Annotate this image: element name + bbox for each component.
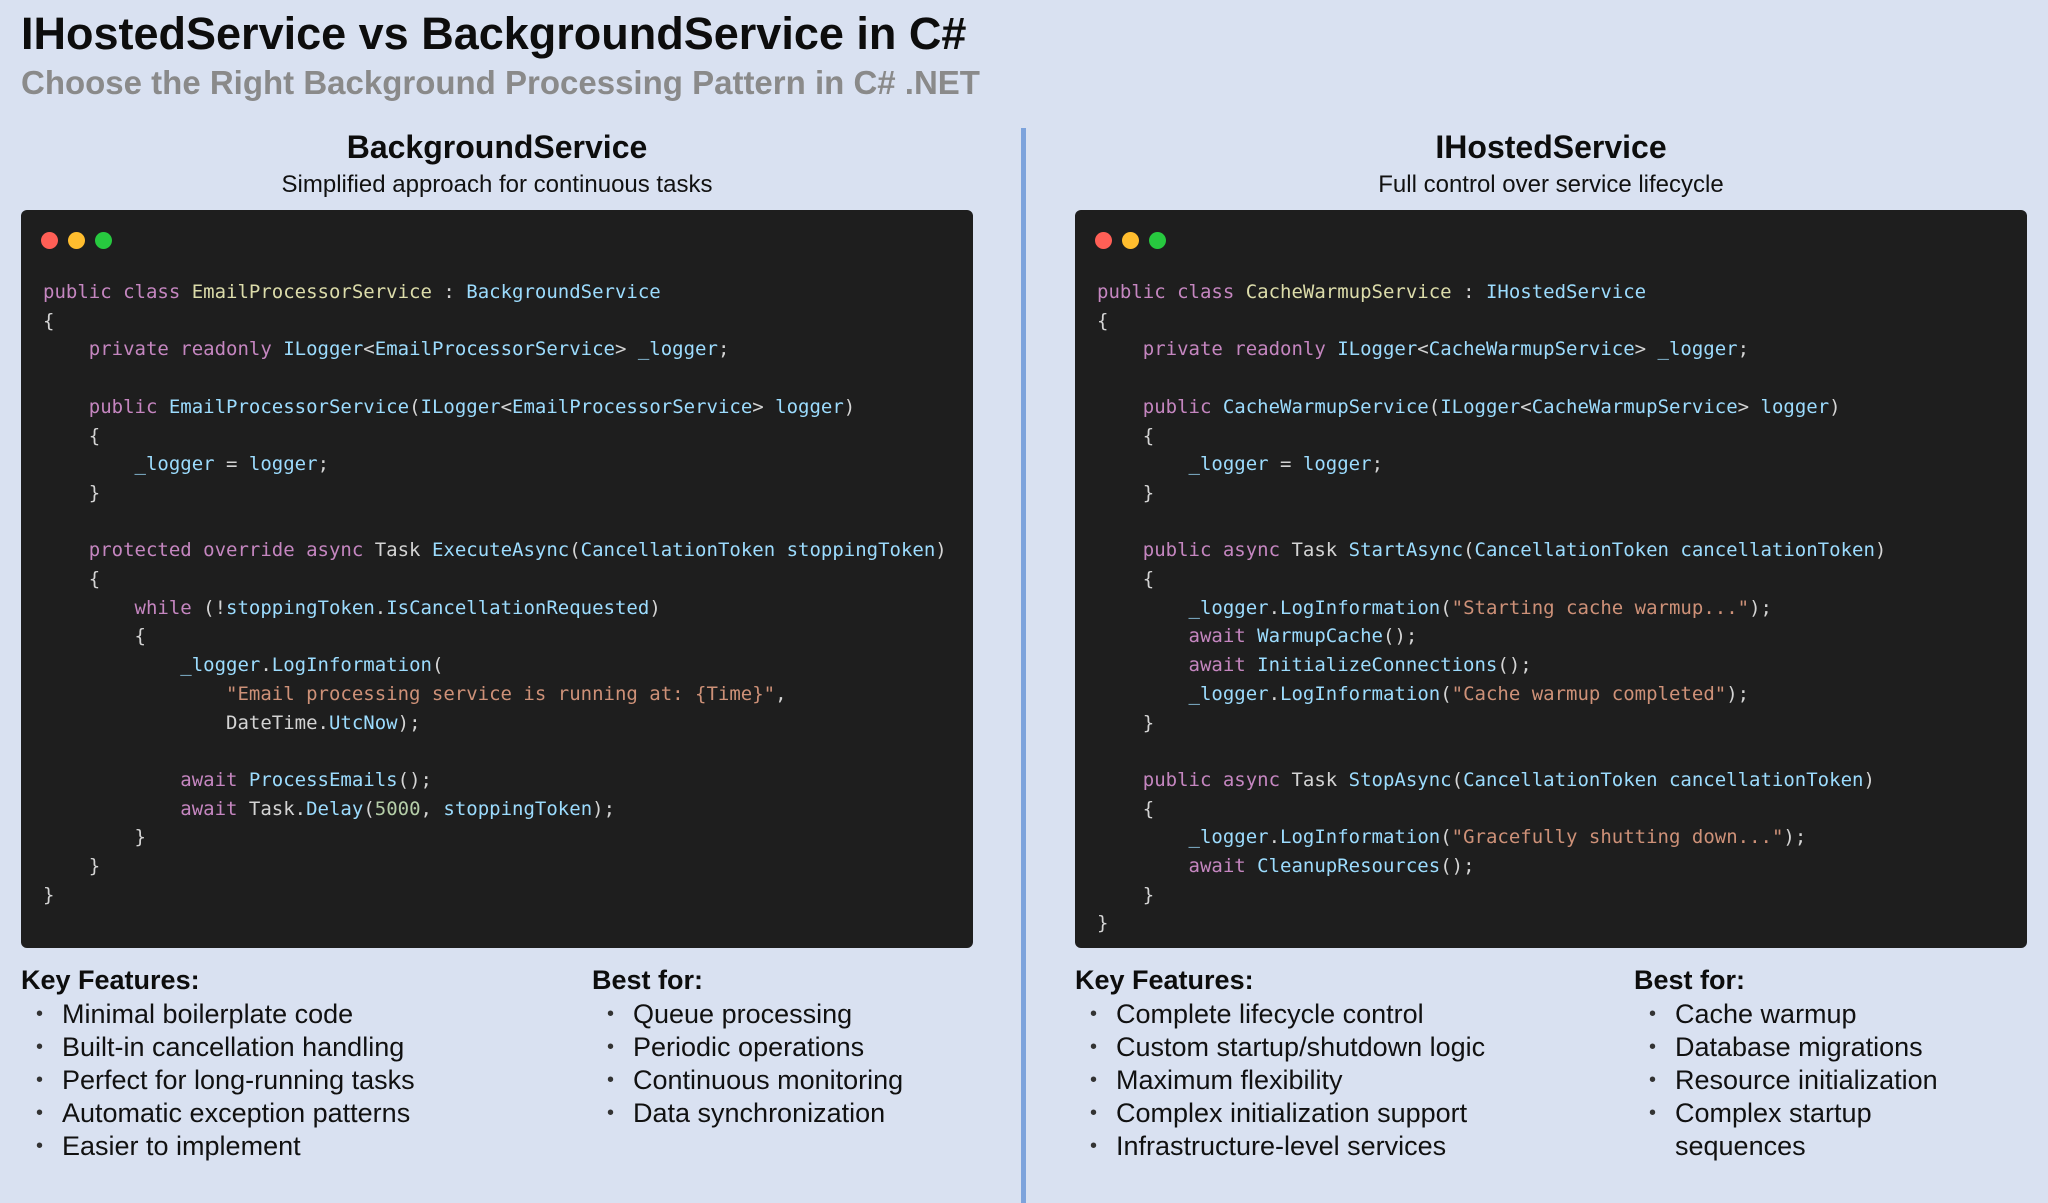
column-divider	[1021, 128, 1026, 1203]
left-description: Simplified approach for continuous tasks	[281, 171, 713, 198]
code-line: _logger.LogInformation("Starting cache w…	[1097, 596, 1772, 619]
code-line: {	[43, 568, 101, 591]
code-line: {	[1097, 797, 1155, 820]
code-line: public class EmailProcessorService : Bac…	[43, 281, 661, 303]
close-dot-icon	[41, 232, 58, 249]
list-item: Complex startup sequences	[1634, 1097, 1935, 1163]
left-best-for: Best for: Queue processing Periodic oper…	[592, 962, 903, 1130]
code-line: DateTime.UtcNow);	[43, 711, 421, 734]
list-item: Continuous monitoring	[592, 1064, 903, 1097]
list-item: Periodic operations	[592, 1031, 903, 1064]
code-line: }	[43, 883, 55, 906]
code-line: _logger = logger;	[43, 453, 330, 476]
list-item: Infrastructure-level services	[1075, 1130, 1485, 1163]
code-line: public CacheWarmupService(ILogger<CacheW…	[1097, 395, 1841, 418]
minimize-dot-icon	[1122, 232, 1139, 249]
list-item: Perfect for long-running tasks	[21, 1064, 415, 1097]
maximize-dot-icon	[1149, 232, 1166, 249]
code-line: public async Task StopAsync(Cancellation…	[1097, 768, 1875, 791]
right-key-features: Key Features: Complete lifecycle control…	[1075, 962, 1485, 1163]
left-best-for-title: Best for:	[592, 965, 704, 995]
list-item: Data synchronization	[592, 1097, 903, 1130]
code-line: _logger.LogInformation("Cache warmup com…	[1097, 682, 1750, 705]
code-line: public class CacheWarmupService : IHoste…	[1097, 281, 1647, 303]
page-title: IHostedService vs BackgroundService in C…	[21, 8, 967, 59]
code-line: while (!stoppingToken.IsCancellationRequ…	[43, 596, 661, 619]
code-line: await WarmupCache();	[1097, 625, 1418, 648]
left-key-features: Key Features: Minimal boilerplate code B…	[21, 962, 415, 1163]
code-line: }	[1097, 883, 1155, 906]
maximize-dot-icon	[95, 232, 112, 249]
right-best-for-title: Best for:	[1634, 965, 1746, 995]
right-key-features-title: Key Features:	[1075, 965, 1254, 995]
left-key-features-title: Key Features:	[21, 965, 200, 995]
list-item: Complete lifecycle control	[1075, 998, 1485, 1031]
code-line: }	[1097, 711, 1155, 734]
right-heading: IHostedService	[1435, 129, 1667, 165]
list-item: Queue processing	[592, 998, 903, 1031]
code-line: await InitializeConnections();	[1097, 654, 1532, 677]
code-line: public async Task StartAsync(Cancellatio…	[1097, 539, 1887, 562]
code-line: await Task.Delay(5000, stoppingToken);	[43, 797, 616, 820]
window-controls	[41, 232, 112, 249]
list-item: Minimal boilerplate code	[21, 998, 415, 1031]
left-code-block: public class EmailProcessorService : Bac…	[43, 278, 947, 909]
code-line: private readonly ILogger<EmailProcessorS…	[43, 338, 730, 361]
right-column-header: IHostedService Full control over service…	[1075, 128, 2027, 200]
code-line: _logger.LogInformation(	[43, 654, 444, 677]
code-line: _logger = logger;	[1097, 453, 1384, 476]
close-dot-icon	[1095, 232, 1112, 249]
code-line: }	[1097, 481, 1155, 504]
code-line: {	[43, 625, 146, 648]
code-line: "Email processing service is running at:…	[43, 682, 787, 705]
list-item: Built-in cancellation handling	[21, 1031, 415, 1064]
page-subtitle: Choose the Right Background Processing P…	[21, 64, 980, 101]
code-line: private readonly ILogger<CacheWarmupServ…	[1097, 338, 1750, 361]
left-column-header: BackgroundService Simplified approach fo…	[21, 128, 973, 200]
list-item: Automatic exception patterns	[21, 1097, 415, 1130]
right-code-block: public class CacheWarmupService : IHoste…	[1097, 278, 1886, 938]
code-line: _logger.LogInformation("Gracefully shutt…	[1097, 826, 1807, 849]
list-item: Maximum flexibility	[1075, 1064, 1485, 1097]
code-line: {	[1097, 309, 1109, 332]
code-line: {	[43, 424, 101, 447]
code-line: }	[43, 826, 146, 849]
list-item: Database migrations	[1634, 1031, 2034, 1064]
code-line: {	[1097, 568, 1155, 591]
list-item: Cache warmup	[1634, 998, 2034, 1031]
list-item: Easier to implement	[21, 1130, 415, 1163]
code-line: protected override async Task ExecuteAsy…	[43, 539, 947, 562]
code-line: {	[1097, 424, 1155, 447]
code-line: }	[43, 855, 101, 878]
code-line: public EmailProcessorService(ILogger<Ema…	[43, 395, 856, 418]
right-code-window: public class CacheWarmupService : IHoste…	[1075, 210, 2027, 948]
code-line: }	[43, 481, 101, 504]
left-heading: BackgroundService	[346, 129, 648, 165]
window-controls	[1095, 232, 1166, 249]
code-line: {	[43, 309, 55, 332]
list-item: Complex initialization support	[1075, 1097, 1485, 1130]
right-description: Full control over service lifecycle	[1378, 171, 1724, 198]
code-line: await CleanupResources();	[1097, 855, 1475, 878]
left-code-window: public class EmailProcessorService : Bac…	[21, 210, 973, 948]
list-item: Custom startup/shutdown logic	[1075, 1031, 1485, 1064]
list-item: Resource initialization	[1634, 1064, 2034, 1097]
code-line: }	[1097, 912, 1109, 935]
right-best-for: Best for: Cache warmup Database migratio…	[1634, 962, 2034, 1163]
minimize-dot-icon	[68, 232, 85, 249]
code-line: await ProcessEmails();	[43, 768, 432, 791]
